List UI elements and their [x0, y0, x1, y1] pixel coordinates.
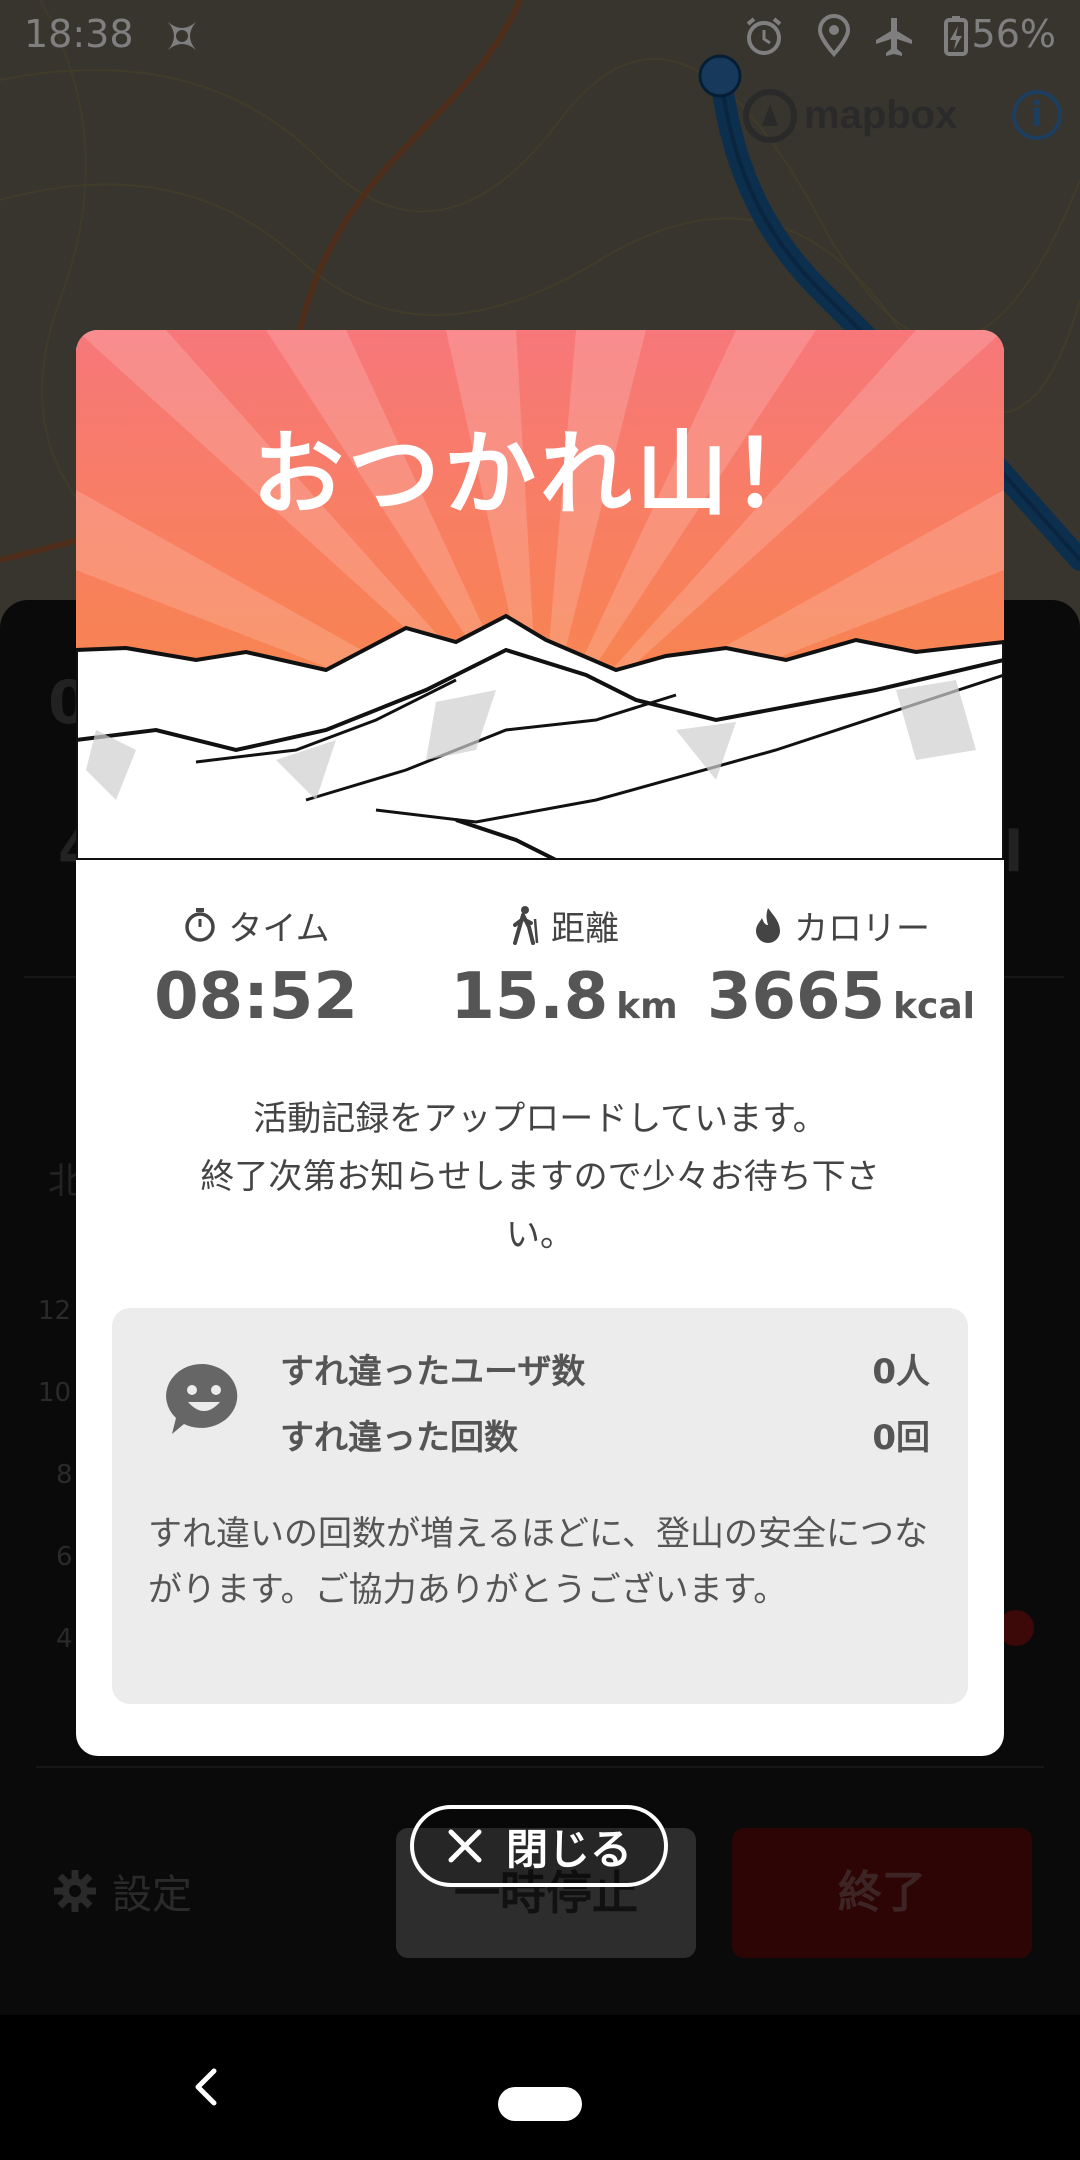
stat-distance-unit: km [616, 986, 678, 1027]
smiley-chat-icon [166, 1363, 238, 1434]
close-icon [448, 1829, 482, 1863]
passed-users-label: すれ違ったユーザ数 [280, 1352, 586, 1392]
home-pill[interactable] [498, 2087, 582, 2121]
stat-time-label: タイム [228, 908, 330, 949]
flame-icon [756, 908, 780, 943]
upload-message-line: 活動記録をアップロードしています。 [253, 1099, 827, 1139]
passing-users-card: すれ違ったユーザ数 0人 すれ違った回数 0回 すれ違いの回数が増えるほどに、登… [112, 1308, 968, 1704]
dialog-title: おつかれ山！ [251, 421, 828, 528]
back-icon[interactable] [186, 2063, 226, 2111]
stat-time: タイム 08:52 [76, 900, 436, 1034]
system-navigation-bar [0, 2015, 1080, 2160]
hiker-icon [513, 906, 539, 945]
upload-status-message: 活動記録をアップロードしています。 終了次第お知らせしますので少々お待ち下さ い… [136, 1090, 944, 1264]
passed-users-row: すれ違ったユーザ数 0人 [280, 1344, 930, 1393]
passed-users-value: 0人 [872, 1352, 930, 1392]
upload-message-line: 終了次第お知らせしますので少々お待ち下さ [200, 1157, 880, 1197]
passing-note: すれ違いの回数が増えるほどに、登山の安全につながります。ご協力ありがとうございま… [148, 1514, 928, 1610]
passed-count-label: すれ違った回数 [280, 1418, 518, 1458]
stat-calories-label: カロリー [794, 908, 930, 949]
stat-calories: カロリー 3665 kcal [676, 900, 1004, 1034]
stat-calories-unit: kcal [893, 986, 976, 1027]
activity-stats: タイム 08:52 距離 15.8 km カロリー 3665 kcal [76, 900, 1004, 1050]
mountain-banner: おつかれ山！ [76, 330, 1004, 862]
stat-distance-label: 距離 [551, 908, 619, 949]
completion-dialog: おつかれ山！ タイム 08:52 距離 15.8 km カロリー 3665 kc… [76, 330, 1004, 1756]
passed-count-row: すれ違った回数 0回 [280, 1410, 930, 1459]
stat-time-value: 08:52 [154, 960, 358, 1034]
close-label: 閉じる [505, 1824, 632, 1874]
passed-count-value: 0回 [872, 1418, 930, 1458]
stat-calories-value: 3665 [706, 960, 886, 1034]
stat-distance-value: 15.8 [450, 960, 609, 1034]
stopwatch-icon [185, 908, 216, 942]
upload-message-line: い。 [506, 1215, 574, 1255]
close-button[interactable]: 閉じる [410, 1805, 668, 1887]
